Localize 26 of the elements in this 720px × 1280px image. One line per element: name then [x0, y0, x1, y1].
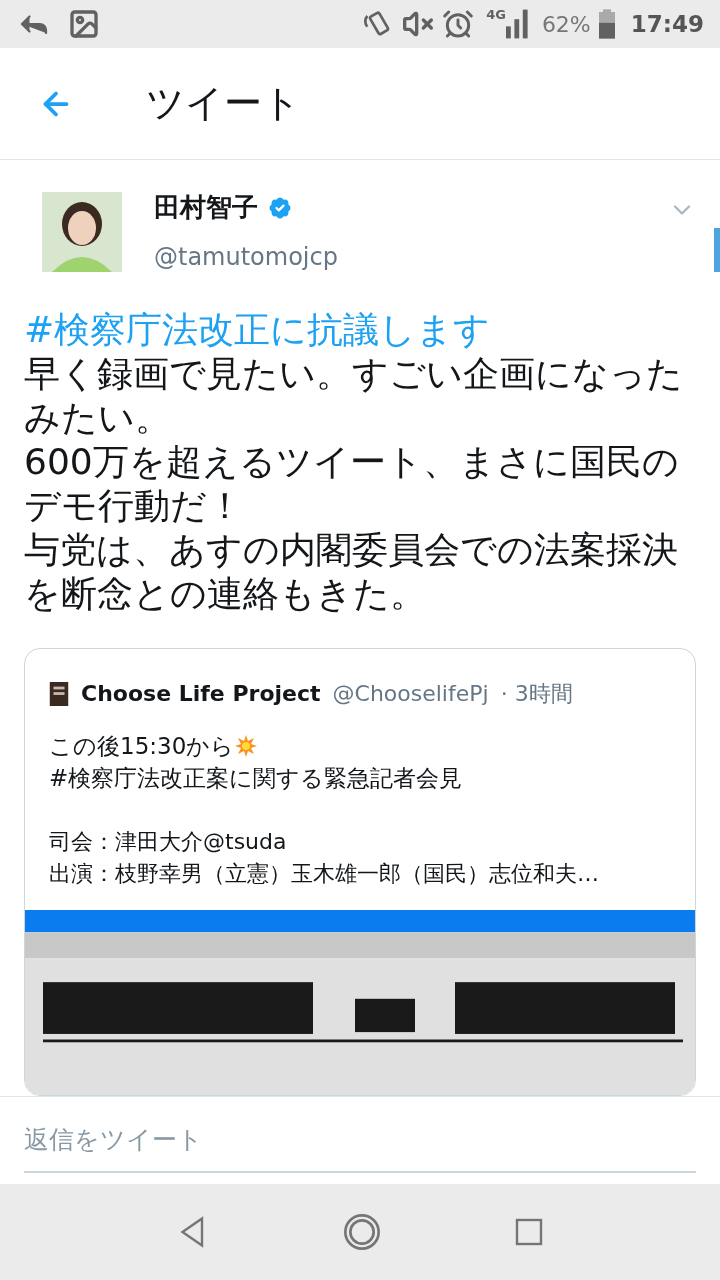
account-logo — [49, 681, 69, 706]
clock: 17:49 — [630, 9, 704, 39]
quoted-host-line: 司会：津田大介@tsuda — [48, 828, 288, 856]
alarm-icon — [442, 8, 475, 40]
quoted-text: この後15:30から — [49, 732, 235, 761]
tweet-text: 600万を超えるツイート、まさに国民のデモ行動だ！ — [24, 440, 680, 528]
quoted-author-name: Choose Life Project — [81, 680, 321, 708]
battery-icon — [598, 8, 615, 40]
header-title: ツイート — [146, 80, 301, 127]
author-handle[interactable]: @tamutomojcp — [154, 239, 338, 275]
image-notification-icon — [68, 8, 100, 40]
quoted-author-handle: @ChooselifePj — [332, 680, 489, 708]
tweet-text: 与党は、あすの内閣委員会での法案採決を断念との連絡もきた。 — [24, 528, 679, 616]
quoted-cast-line: 出演：枝野幸男（立憲）玉木雄一郎（国民）志位和夫… — [48, 860, 600, 888]
home-nav-icon[interactable] — [342, 1212, 382, 1252]
collision-icon — [234, 734, 259, 758]
tweet-text: 早く録画で見たい。すごい企画になったみたい。 — [24, 352, 684, 440]
reply-field[interactable]: 返信をツイート — [24, 1108, 696, 1173]
battery-percent: 62% — [541, 10, 591, 39]
network-type: 4G — [486, 8, 506, 21]
quoted-tweet-card[interactable]: Choose Life Project @ChooselifePj · 3時間 この後15:30から #検察庁法改正案に関する緊急記者会見 司会：津田大介@tsuda 出演：枝野幸男（立憲）玉木雄一郎（国民）志位和夫… — [24, 648, 696, 1096]
quoted-text: #検察庁法改正案に関する緊急記者会見 — [49, 764, 463, 793]
author-name[interactable]: 田村智子 — [154, 188, 258, 227]
signal-icon — [505, 8, 530, 40]
scroll-indicator — [714, 228, 720, 272]
quoted-time: · 3時間 — [500, 680, 573, 708]
